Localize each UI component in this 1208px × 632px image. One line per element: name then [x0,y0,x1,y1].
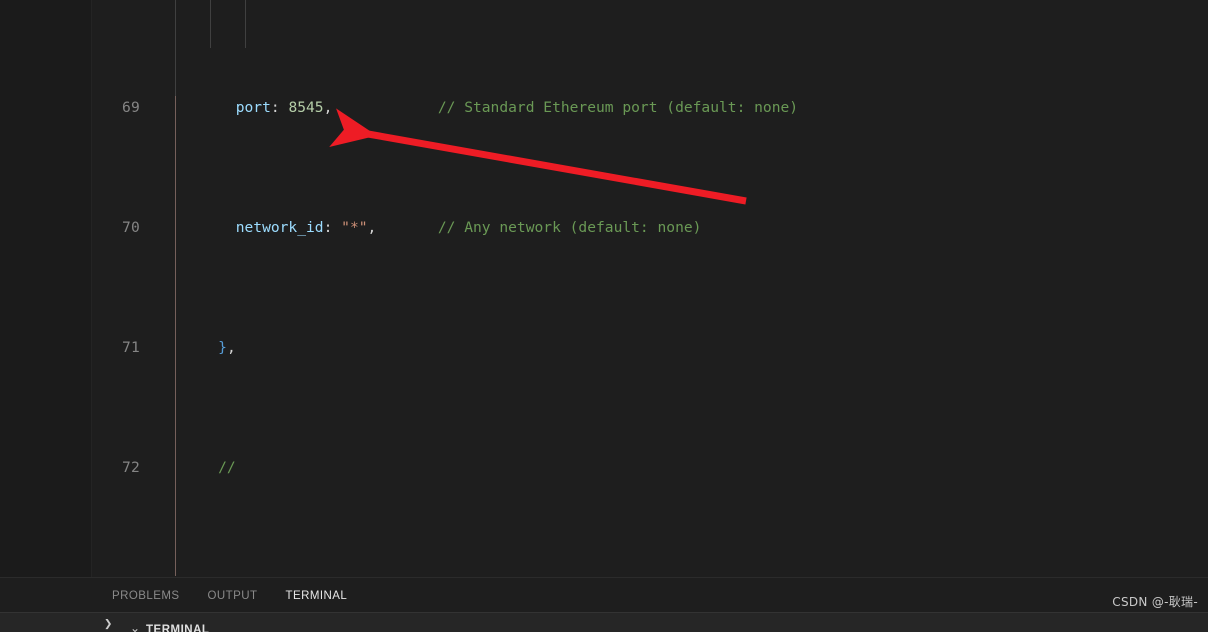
line-number: 71 [92,336,152,360]
line-number: 73 [92,576,152,577]
glyph-margin[interactable] [152,456,175,480]
tab-problems-label: PROBLEMS [112,590,180,602]
code-line[interactable]: 71 }, [92,336,1208,360]
line-content[interactable]: network_id: "*", // Any network (default… [175,216,1208,240]
line-content[interactable]: }, [175,336,1208,360]
tab-output-label: OUTPUT [208,590,258,602]
glyph-margin[interactable] [152,216,175,240]
line-number: 69 [92,96,152,120]
workbench: 69 port: 8545, // Standard Ethereum port… [0,0,1208,577]
bottom-panel: PROBLEMS OUTPUT TERMINAL ❯ ⌄ TERMINAL [0,577,1208,632]
glyph-margin[interactable] [152,576,175,577]
vscode-window: 69 port: 8545, // Standard Ethereum port… [0,0,1208,632]
code-line[interactable]: 72 // [92,456,1208,480]
tab-terminal[interactable]: TERMINAL [286,578,348,613]
csdn-watermark: CSDN @-耿瑞- [1112,593,1198,610]
glyph-margin[interactable] [152,96,175,120]
tab-output[interactable]: OUTPUT [208,578,258,613]
code-line[interactable]: 69 port: 8545, // Standard Ethereum port… [92,96,1208,120]
code-lines[interactable]: 69 port: 8545, // Standard Ethereum port… [92,0,1208,577]
terminal-header-strip[interactable]: ❯ ⌄ TERMINAL [0,612,1208,632]
line-content[interactable]: ····//·An·additional·network,·but·with·s… [175,576,1208,577]
code-line[interactable]: 70 network_id: "*", // Any network (defa… [92,216,1208,240]
tab-terminal-label: TERMINAL [286,590,348,602]
chevron-down-icon[interactable]: ⌄ [130,621,140,632]
line-number: 70 [92,216,152,240]
glyph-margin[interactable] [152,336,175,360]
code-editor[interactable]: 69 port: 8545, // Standard Ethereum port… [92,0,1208,577]
code-line[interactable]: 73 ····//·An·additional·network,·but·wit… [92,576,1208,577]
terminal-prompt-icon: ❯ [104,616,112,632]
line-number: 72 [92,456,152,480]
line-content[interactable]: port: 8545, // Standard Ethereum port (d… [175,96,1208,120]
activity-bar[interactable] [0,0,92,577]
panel-tab-list: PROBLEMS OUTPUT TERMINAL [0,578,1208,613]
terminal-section-label: TERMINAL [146,624,209,632]
tab-problems[interactable]: PROBLEMS [112,578,180,613]
line-content[interactable]: // [175,456,1208,480]
